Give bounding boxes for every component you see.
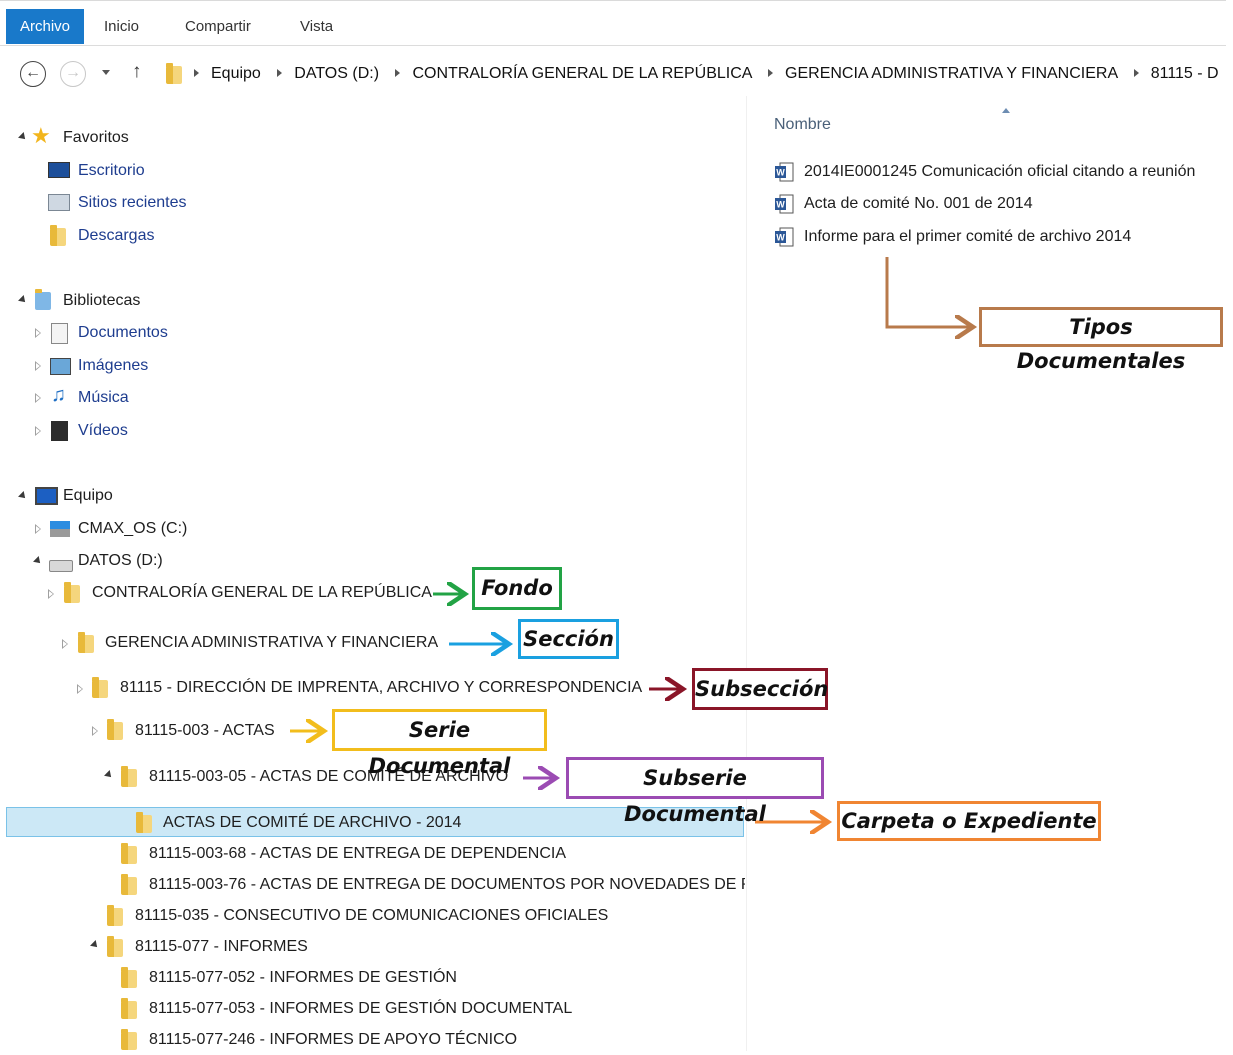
tipos-arrow: [885, 257, 970, 327]
label-seccion: Sección: [518, 619, 619, 659]
label-fondo: Fondo: [472, 567, 562, 610]
label-subseccion: Subsección: [692, 668, 828, 710]
label-carpeta-expediente: Carpeta o Expediente: [837, 801, 1101, 841]
annotation-arrows: [290, 257, 1233, 1051]
label-subserie-documental: Subserie Documental: [566, 757, 824, 826]
label-tipos-documentales: Tipos Documentales: [979, 307, 1223, 373]
label-serie-documental: Serie Documental: [332, 709, 547, 778]
